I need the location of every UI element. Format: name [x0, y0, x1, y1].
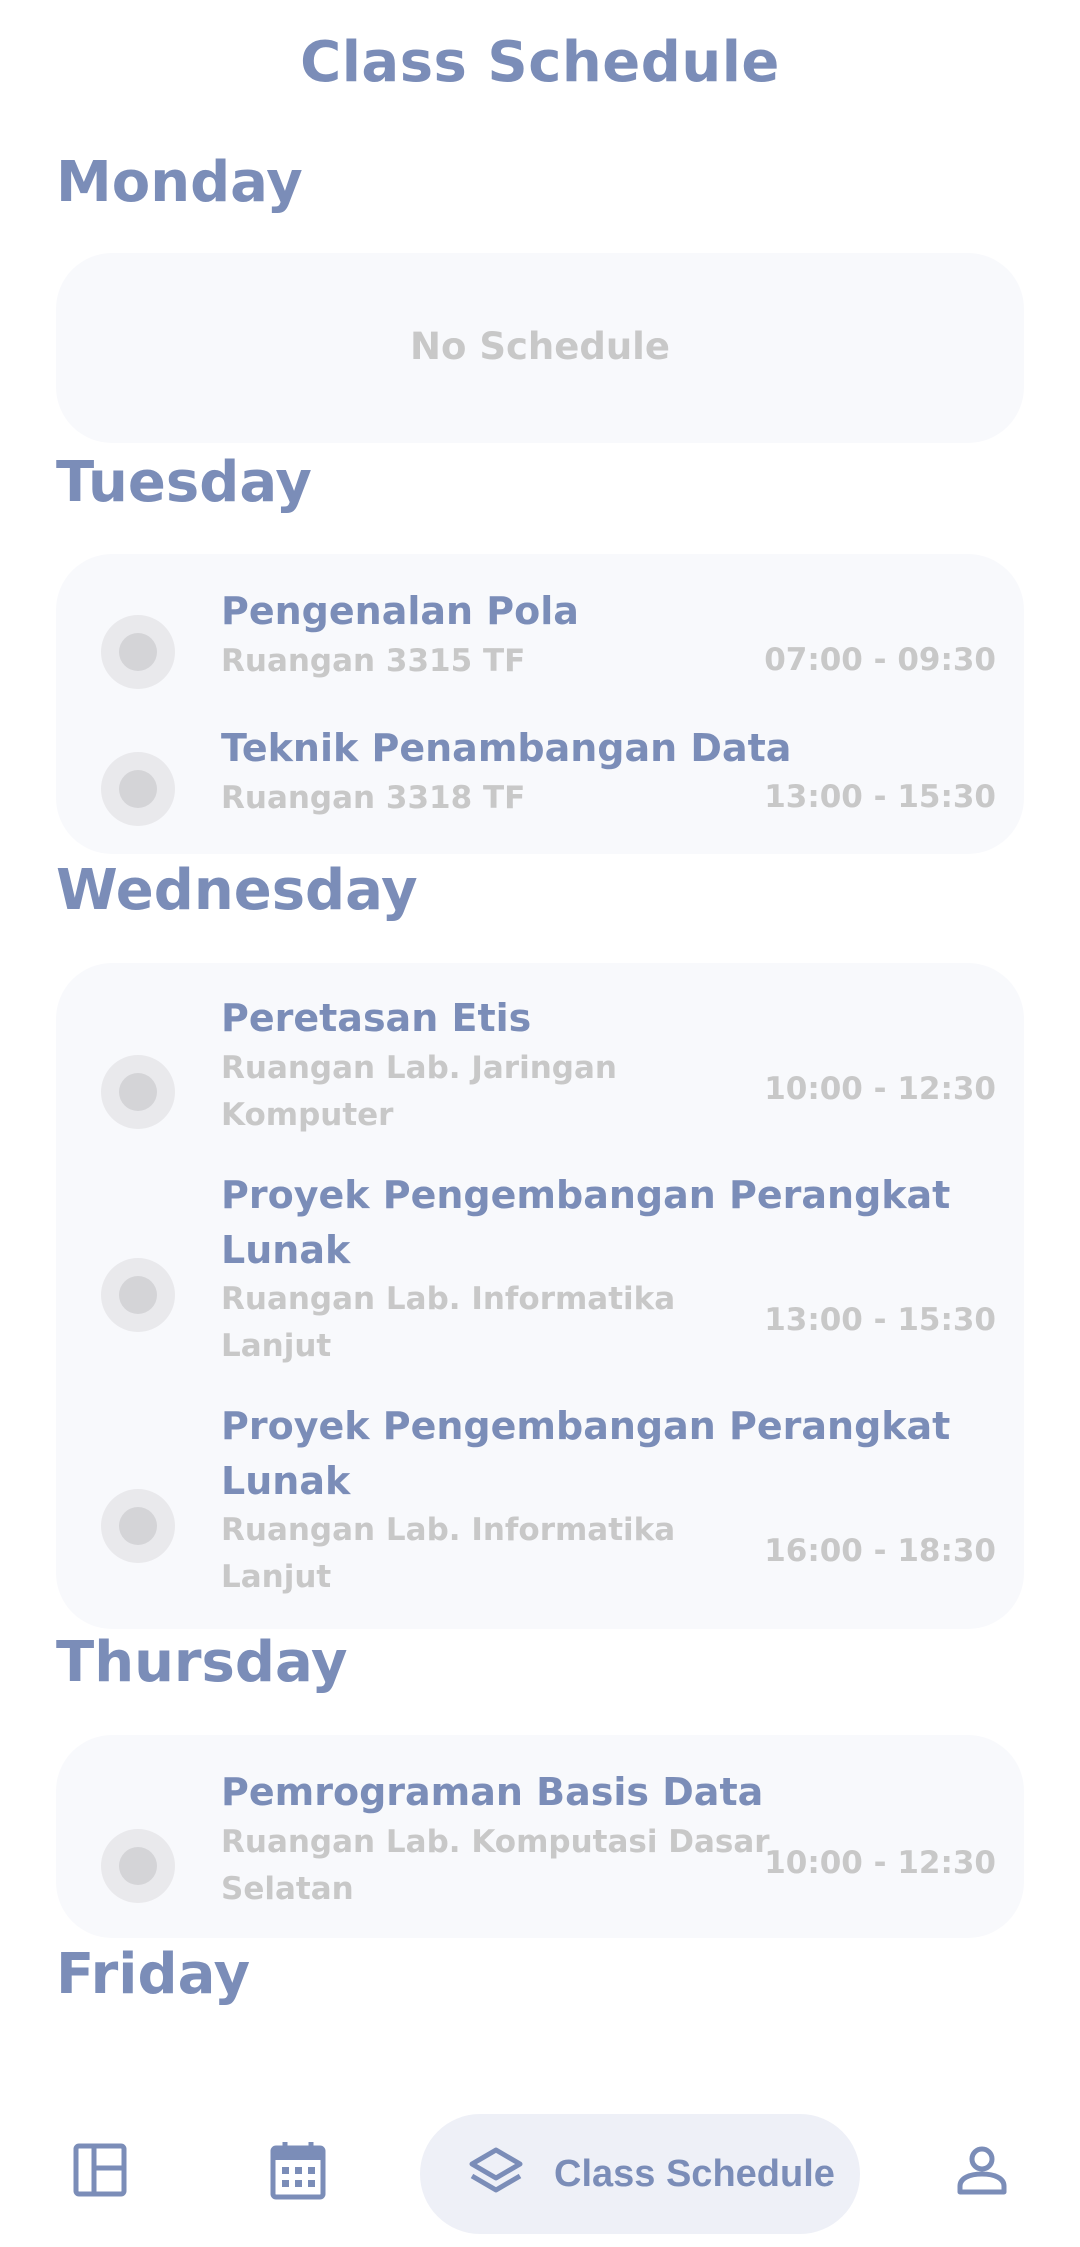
day-heading-monday: Monday — [56, 150, 303, 215]
course-name: Pengenalan Pola — [221, 589, 579, 633]
course-name: Proyek Pengembangan Perangkat Lunak — [221, 1173, 951, 1272]
class-time: 13:00 - 15:30 — [764, 1302, 996, 1338]
course-name: Teknik Penambangan Data — [221, 726, 792, 770]
dashboard-icon — [73, 2143, 127, 2197]
room-name: Ruangan Lab. Komputasi Dasar Selatan — [221, 1824, 770, 1907]
page-title: Class Schedule — [300, 30, 780, 95]
class-time: 10:00 - 12:30 — [764, 1071, 996, 1107]
nav-profile[interactable] — [942, 2130, 1022, 2210]
class-item[interactable]: Proyek Pengembangan Perangkat Lunak Ruan… — [56, 1168, 1024, 1388]
layers-icon — [469, 2147, 523, 2193]
nav-class-schedule[interactable]: Class Schedule — [420, 2114, 860, 2234]
room-name: Ruangan Lab. Informatika Lanjut — [221, 1512, 676, 1595]
class-time: 10:00 - 12:30 — [764, 1845, 996, 1881]
nav-calendar[interactable] — [258, 2130, 338, 2210]
class-indicator-icon — [101, 615, 175, 689]
day-heading-tuesday: Tuesday — [56, 450, 312, 515]
course-name: Pemrograman Basis Data — [221, 1770, 764, 1814]
calendar-icon — [270, 2142, 326, 2200]
class-time: 16:00 - 18:30 — [764, 1533, 996, 1569]
day-heading-wednesday: Wednesday — [56, 858, 418, 923]
class-indicator-icon — [101, 1055, 175, 1129]
room-name: Ruangan 3318 TF — [221, 780, 526, 816]
class-item[interactable]: Peretasan Etis Ruangan Lab. Jaringan Kom… — [56, 991, 1024, 1161]
schedule-card-thursday: Pemrograman Basis Data Ruangan Lab. Komp… — [56, 1735, 1024, 1938]
empty-schedule-text: No Schedule — [410, 325, 670, 368]
schedule-card-monday: No Schedule — [56, 253, 1024, 443]
schedule-card-wednesday: Peretasan Etis Ruangan Lab. Jaringan Kom… — [56, 963, 1024, 1629]
class-indicator-icon — [101, 1489, 175, 1563]
class-item[interactable]: Pengenalan Pola Ruangan 3315 TF 07:00 - … — [56, 584, 1024, 694]
day-heading-friday: Friday — [56, 1942, 251, 2007]
day-heading-thursday: Thursday — [56, 1630, 348, 1695]
profile-icon — [957, 2146, 1007, 2195]
class-indicator-icon — [101, 1829, 175, 1903]
class-indicator-icon — [101, 752, 175, 826]
nav-dashboard[interactable] — [60, 2130, 140, 2210]
room-name: Ruangan 3315 TF — [221, 643, 526, 679]
nav-class-schedule-label: Class Schedule — [554, 2152, 835, 2195]
schedule-card-tuesday: Pengenalan Pola Ruangan 3315 TF 07:00 - … — [56, 554, 1024, 854]
class-item[interactable]: Pemrograman Basis Data Ruangan Lab. Komp… — [56, 1765, 1024, 1925]
course-name: Peretasan Etis — [221, 996, 532, 1040]
course-name: Proyek Pengembangan Perangkat Lunak — [221, 1404, 951, 1503]
class-item[interactable]: Proyek Pengembangan Perangkat Lunak Ruan… — [56, 1399, 1024, 1619]
room-name: Ruangan Lab. Informatika Lanjut — [221, 1281, 676, 1364]
class-indicator-icon — [101, 1258, 175, 1332]
class-time: 07:00 - 09:30 — [764, 642, 996, 678]
bottom-navigation: Class Schedule — [0, 2100, 1080, 2247]
class-time: 13:00 - 15:30 — [764, 779, 996, 815]
room-name: Ruangan Lab. Jaringan Komputer — [221, 1050, 617, 1133]
class-item[interactable]: Teknik Penambangan Data Ruangan 3318 TF … — [56, 721, 1024, 831]
